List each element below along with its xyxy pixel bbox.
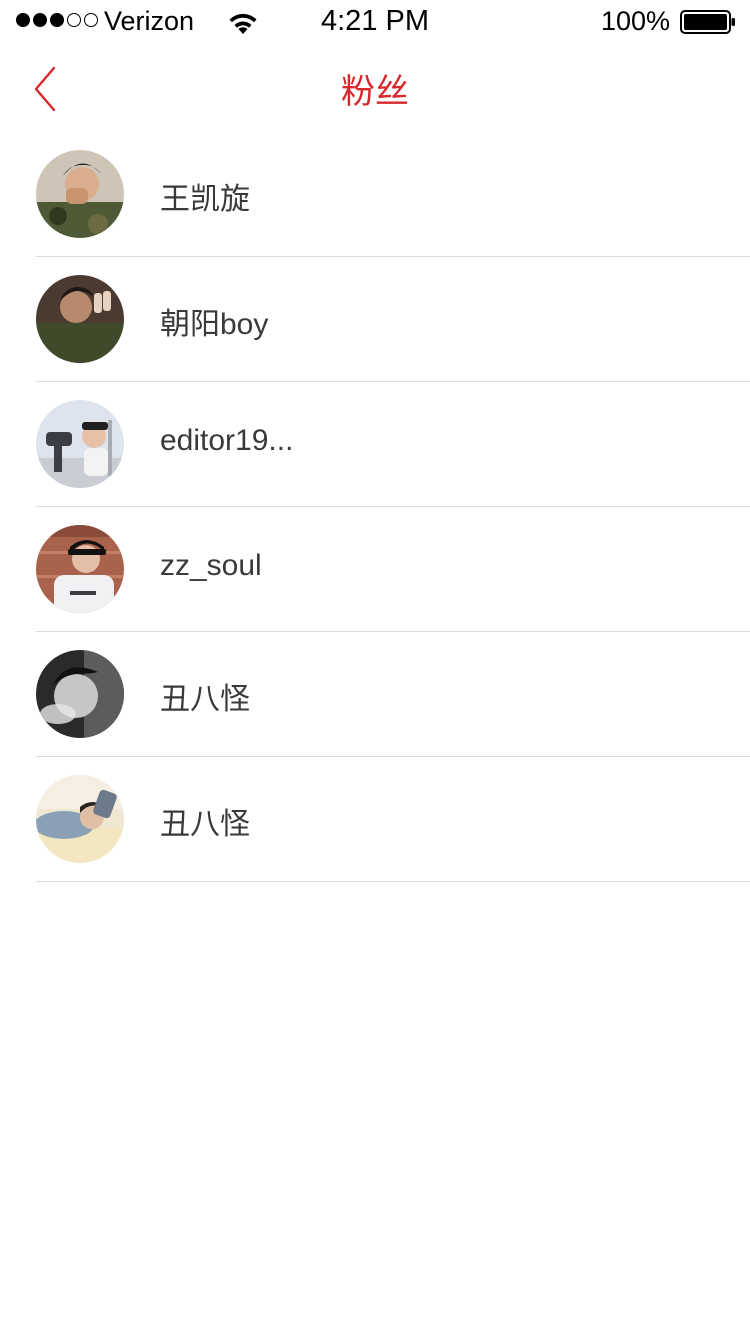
follower-name: 朝阳boy — [160, 308, 269, 341]
list-item[interactable]: 王凯旋 — [0, 132, 750, 257]
avatar — [36, 150, 124, 238]
battery-percentage: 100% — [600, 6, 670, 36]
page-title: 粉丝 — [341, 73, 409, 111]
follower-name: zz_soul — [160, 549, 262, 582]
avatar — [36, 275, 124, 363]
avatar — [36, 525, 124, 613]
list-item[interactable]: 丑八怪 — [0, 757, 750, 882]
avatar — [36, 775, 124, 863]
list-item[interactable]: zz_soul — [0, 507, 750, 632]
follower-name: editor19... — [160, 424, 294, 457]
follower-name: 丑八怪 — [160, 808, 250, 841]
follower-name: 王凯旋 — [160, 183, 250, 216]
avatar — [36, 400, 124, 488]
avatar — [36, 650, 124, 738]
status-bar: Verizon 4:21 PM 100% — [0, 0, 750, 44]
battery-icon — [680, 10, 735, 34]
navigation-bar: 粉丝 — [0, 44, 750, 132]
list-item[interactable]: 朝阳boy — [0, 257, 750, 382]
follower-list: 王凯旋 朝阳boy editor19... zz_soul 丑八怪 丑八怪 — [0, 132, 750, 882]
list-item[interactable]: editor19... — [0, 382, 750, 507]
follower-name: 丑八怪 — [160, 683, 250, 716]
list-item[interactable]: 丑八怪 — [0, 632, 750, 757]
